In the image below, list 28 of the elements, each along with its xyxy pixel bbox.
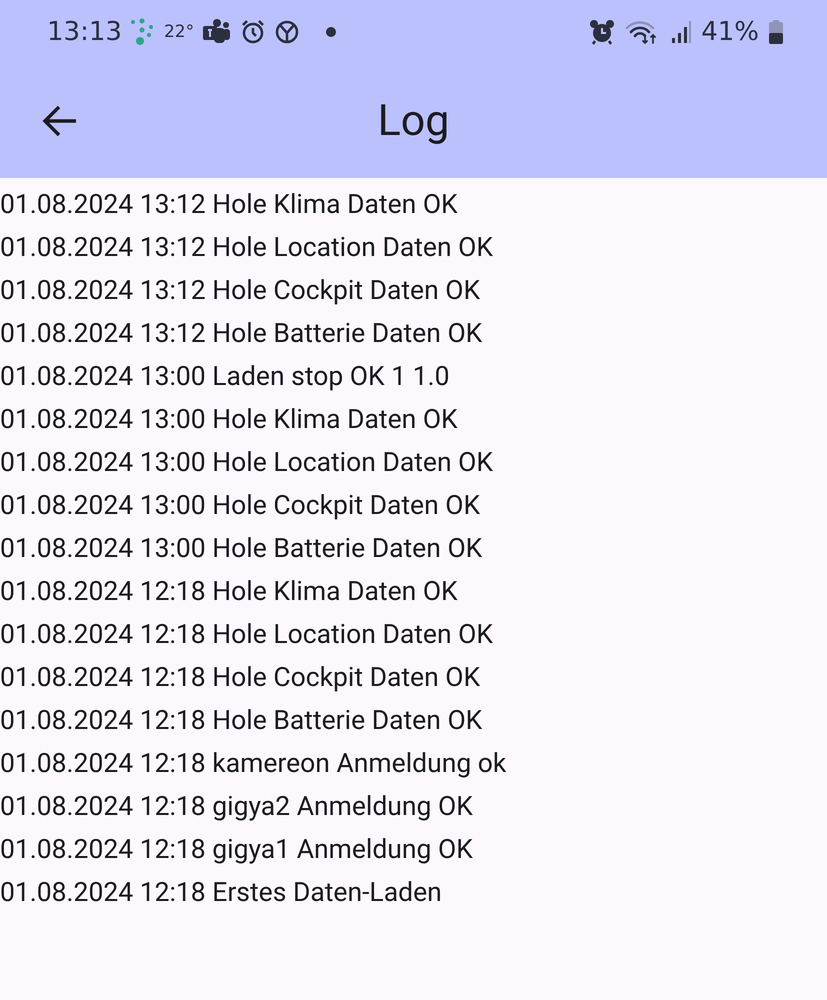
log-entry: 01.08.2024 13:12 Hole Cockpit Daten OK bbox=[0, 275, 480, 306]
log-entry: 01.08.2024 12:18 Hole Batterie Daten OK bbox=[0, 705, 482, 736]
log-entry: 01.08.2024 12:18 gigya2 Anmeldung OK bbox=[0, 791, 473, 822]
log-entry: 01.08.2024 12:18 kamereon Anmeldung ok bbox=[0, 748, 506, 779]
log-entry: 01.08.2024 13:00 Hole Batterie Daten OK bbox=[0, 533, 482, 564]
log-entry: 01.08.2024 13:00 Hole Location Daten OK bbox=[0, 447, 494, 478]
alarm-icon bbox=[589, 19, 616, 45]
battery-icon bbox=[769, 20, 783, 44]
log-entry: 01.08.2024 12:18 Hole Location Daten OK bbox=[0, 619, 494, 650]
signal-icon bbox=[671, 20, 692, 44]
temperature: 22° bbox=[164, 22, 194, 42]
log-entry: 01.08.2024 12:18 Hole Cockpit Daten OK bbox=[0, 662, 480, 693]
log-entry: 01.08.2024 13:12 Hole Klima Daten OK bbox=[0, 189, 458, 220]
log-entry: 01.08.2024 12:18 gigya1 Anmeldung OK bbox=[0, 834, 473, 865]
log-entry: 01.08.2024 13:00 Laden stop OK 1 1.0 bbox=[0, 361, 450, 392]
log-entry: 01.08.2024 12:18 Erstes Daten-Laden bbox=[0, 877, 442, 908]
log-entry: 01.08.2024 13:00 Hole Cockpit Daten OK bbox=[0, 490, 480, 521]
log-entry: 01.08.2024 13:00 Hole Klima Daten OK bbox=[0, 404, 458, 435]
chat-app-icon bbox=[202, 18, 232, 46]
alarm-icon bbox=[240, 19, 266, 45]
battery-percentage: 41% bbox=[701, 17, 759, 47]
clock-time: 13:13 bbox=[47, 17, 122, 47]
dots-icon bbox=[130, 18, 156, 46]
notification-dot-icon bbox=[326, 27, 336, 37]
log-entry: 01.08.2024 13:12 Hole Batterie Daten OK bbox=[0, 318, 482, 349]
log-entry: 01.08.2024 13:12 Hole Location Daten OK bbox=[0, 232, 494, 263]
log-entry: 01.08.2024 12:18 Hole Klima Daten OK bbox=[0, 576, 458, 607]
screen-title: Log bbox=[378, 96, 450, 146]
